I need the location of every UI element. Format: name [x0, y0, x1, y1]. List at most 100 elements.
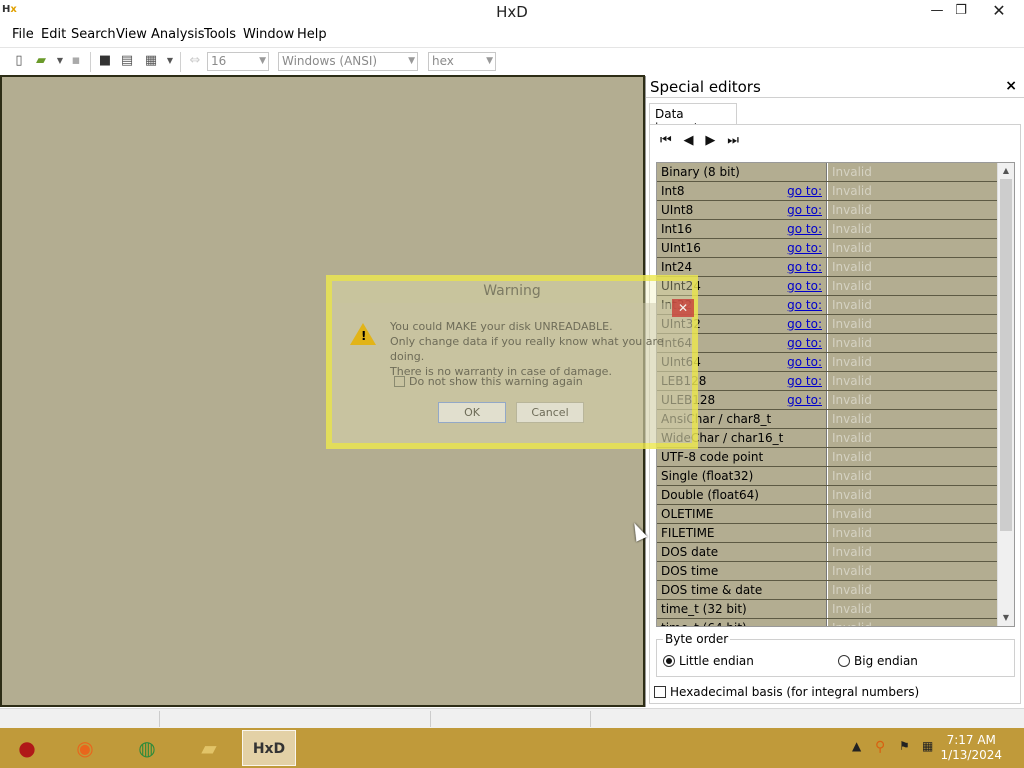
- inspector-row[interactable]: UTF-8 code point Invalid: [657, 448, 998, 467]
- dont-show-again-checkbox[interactable]: Do not show this warning again: [394, 375, 583, 388]
- open-dropdown-icon[interactable]: ▼: [52, 53, 68, 69]
- first-icon[interactable]: ⏮: [660, 133, 672, 148]
- menu-search[interactable]: Search: [71, 27, 116, 42]
- menu-view[interactable]: View: [116, 27, 147, 42]
- inspector-row[interactable]: DOS time Invalid: [657, 562, 998, 581]
- new-file-icon[interactable]: ▯: [11, 53, 27, 69]
- inspector-row[interactable]: Double (float64) Invalid: [657, 486, 998, 505]
- inspector-row-value[interactable]: Invalid: [828, 372, 998, 390]
- inspector-row-value[interactable]: Invalid: [828, 505, 998, 523]
- inspector-row[interactable]: Int64 go to: Invalid: [657, 334, 998, 353]
- goto-link[interactable]: go to:: [787, 201, 822, 219]
- inspector-row-value[interactable]: Invalid: [828, 239, 998, 257]
- inspector-row[interactable]: AnsiChar / char8_t Invalid: [657, 410, 998, 429]
- menu-file[interactable]: File: [12, 27, 34, 42]
- inspector-row[interactable]: UInt8 go to: Invalid: [657, 201, 998, 220]
- inspector-row-value[interactable]: Invalid: [828, 429, 998, 447]
- inspector-row[interactable]: UInt64 go to: Invalid: [657, 353, 998, 372]
- scrollbar-thumb[interactable]: [1000, 179, 1012, 531]
- next-icon[interactable]: ▶: [705, 133, 715, 148]
- inspector-row-value[interactable]: Invalid: [828, 277, 998, 295]
- inspector-row-value[interactable]: Invalid: [828, 201, 998, 219]
- inspector-row-value[interactable]: Invalid: [828, 163, 998, 181]
- inspector-row-value[interactable]: Invalid: [828, 486, 998, 504]
- menu-analysis[interactable]: Analysis: [151, 27, 205, 42]
- goto-link[interactable]: go to:: [787, 372, 822, 390]
- open-disk-icon[interactable]: ■: [97, 53, 113, 69]
- maximize-button[interactable]: ❐: [946, 0, 976, 22]
- inspector-row[interactable]: UInt32 go to: Invalid: [657, 315, 998, 334]
- cancel-button[interactable]: Cancel: [516, 402, 584, 423]
- open-file-icon[interactable]: ▰: [33, 53, 49, 69]
- inspector-row-value[interactable]: Invalid: [828, 258, 998, 276]
- goto-link[interactable]: go to:: [787, 220, 822, 238]
- inspector-row[interactable]: Single (float32) Invalid: [657, 467, 998, 486]
- menu-edit[interactable]: Edit: [41, 27, 66, 42]
- inspector-row-value[interactable]: Invalid: [828, 600, 998, 618]
- open-ram-icon[interactable]: ▤: [119, 53, 135, 69]
- goto-link[interactable]: go to:: [787, 391, 822, 409]
- inspector-row-value[interactable]: Invalid: [828, 220, 998, 238]
- panel-close-icon[interactable]: ×: [1005, 78, 1017, 94]
- save-icon[interactable]: ▪: [68, 53, 84, 69]
- hxd-taskbar-icon[interactable]: HxD: [242, 730, 296, 766]
- goto-link[interactable]: go to:: [787, 315, 822, 333]
- menu-window[interactable]: Window: [243, 27, 294, 42]
- grid-scrollbar[interactable]: ▲ ▼: [997, 163, 1014, 626]
- inspector-row[interactable]: UInt16 go to: Invalid: [657, 239, 998, 258]
- search-icon[interactable]: ⚲: [875, 739, 885, 755]
- display-mode-select[interactable]: hex ▼: [428, 52, 496, 71]
- goto-link[interactable]: go to:: [787, 296, 822, 314]
- inspector-row[interactable]: Int24 go to: Invalid: [657, 258, 998, 277]
- start-ornament-icon[interactable]: ●: [0, 730, 54, 766]
- goto-link[interactable]: go to:: [787, 258, 822, 276]
- inspector-row-value[interactable]: Invalid: [828, 410, 998, 428]
- inspector-row-value[interactable]: Invalid: [828, 296, 998, 314]
- inspector-row[interactable]: FILETIME Invalid: [657, 524, 998, 543]
- inspector-row-value[interactable]: Invalid: [828, 619, 998, 626]
- inspector-row[interactable]: Int32go to:Invalid: [657, 296, 998, 315]
- menu-tools[interactable]: Tools: [204, 27, 236, 42]
- inspector-row-value[interactable]: Invalid: [828, 182, 998, 200]
- inspector-row-value[interactable]: Invalid: [828, 448, 998, 466]
- tab-data-inspector[interactable]: Data inspector: [649, 103, 737, 135]
- windows-icon[interactable]: ▦: [143, 53, 159, 69]
- goto-link[interactable]: go to:: [787, 239, 822, 257]
- scroll-down-icon[interactable]: ▼: [998, 610, 1014, 626]
- little-endian-radio[interactable]: Little endian: [663, 654, 754, 668]
- firefox-icon[interactable]: ◉: [58, 730, 112, 766]
- big-endian-radio[interactable]: Big endian: [838, 654, 918, 668]
- charset-select[interactable]: Windows (ANSI) ▼: [278, 52, 418, 71]
- network-icon[interactable]: ▦: [922, 739, 933, 753]
- flag-icon[interactable]: ⚑: [899, 739, 910, 753]
- inspector-row[interactable]: Int16 go to: Invalid: [657, 220, 998, 239]
- goto-link[interactable]: go to:: [787, 182, 822, 200]
- bytes-per-row-select[interactable]: 16 ▼: [207, 52, 269, 71]
- last-icon[interactable]: ⏭: [727, 133, 739, 148]
- inspector-row[interactable]: LEB128 go to: Invalid: [657, 372, 998, 391]
- chrome-icon[interactable]: ◍: [120, 730, 174, 766]
- inspector-row[interactable]: WideChar / char16_t Invalid: [657, 429, 998, 448]
- inspector-row[interactable]: UInt24 go to: Invalid: [657, 277, 998, 296]
- inspector-row-value[interactable]: Invalid: [828, 543, 998, 561]
- inspector-row-value[interactable]: Invalid: [828, 353, 998, 371]
- inspector-row[interactable]: DOS date Invalid: [657, 543, 998, 562]
- inspector-row[interactable]: time_t (64 bit) Invalid: [657, 619, 998, 626]
- system-clock[interactable]: 7:17 AM 1/13/2024: [940, 733, 1002, 763]
- tray-overflow-icon[interactable]: ▲: [852, 739, 861, 753]
- menu-help[interactable]: Help: [297, 27, 327, 42]
- inspector-row-value[interactable]: Invalid: [828, 467, 998, 485]
- inspector-row-value[interactable]: Invalid: [828, 334, 998, 352]
- inspector-row[interactable]: time_t (32 bit) Invalid: [657, 600, 998, 619]
- goto-link[interactable]: go to:: [787, 353, 822, 371]
- goto-link[interactable]: go to:: [787, 334, 822, 352]
- inspector-row[interactable]: ULEB128 go to: Invalid: [657, 391, 998, 410]
- goto-link[interactable]: go to:: [787, 277, 822, 295]
- hex-basis-checkbox[interactable]: Hexadecimal basis (for integral numbers): [654, 685, 919, 699]
- inspector-row-value[interactable]: Invalid: [828, 391, 998, 409]
- inspector-row[interactable]: OLETIME Invalid: [657, 505, 998, 524]
- inspector-row[interactable]: DOS time & date Invalid: [657, 581, 998, 600]
- inspector-row-value[interactable]: Invalid: [828, 524, 998, 542]
- inspector-row[interactable]: Int8 go to: Invalid: [657, 182, 998, 201]
- inspector-row-value[interactable]: Invalid: [828, 315, 998, 333]
